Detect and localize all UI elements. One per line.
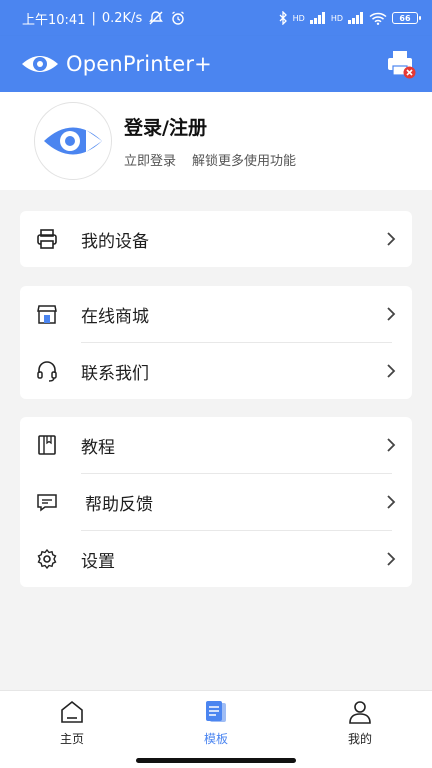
nav-tab-home[interactable]: 主页 bbox=[32, 699, 112, 747]
home-indicator bbox=[136, 758, 296, 763]
login-register-title[interactable]: 登录/注册 bbox=[124, 113, 296, 140]
gear-icon bbox=[37, 548, 57, 570]
profile-login-section[interactable]: 登录/注册 立即登录 解锁更多使用功能 bbox=[0, 92, 432, 190]
message-icon bbox=[37, 494, 57, 512]
status-net-speed: 0.2K/s bbox=[101, 10, 143, 26]
status-left: 上午10:41 | 0.2K/s bbox=[22, 9, 186, 28]
chevron-right-icon bbox=[387, 495, 396, 509]
menu-label-help-feedback: 帮助反馈 bbox=[85, 494, 153, 515]
status-separator: | bbox=[91, 10, 96, 26]
app-bar: OpenPrinter+ bbox=[0, 36, 432, 92]
nav-tab-mine[interactable]: 我的 bbox=[320, 699, 400, 747]
templates-icon bbox=[206, 701, 226, 722]
chevron-right-icon bbox=[387, 552, 396, 566]
status-right: HD HD 66 bbox=[278, 11, 421, 25]
chevron-right-icon bbox=[387, 307, 396, 321]
menu-card-devices: 我的设备 bbox=[20, 211, 412, 267]
user-icon bbox=[349, 701, 371, 724]
menu-label-online-store: 在线商城 bbox=[81, 306, 149, 327]
chevron-right-icon bbox=[387, 364, 396, 378]
chevron-right-icon bbox=[387, 232, 396, 246]
menu-label-tutorial: 教程 bbox=[81, 437, 115, 458]
app-title: OpenPrinter+ bbox=[66, 52, 212, 76]
menu-card-help: 教程 帮助反馈 设置 bbox=[20, 417, 412, 587]
signal-hd-label-2: HD bbox=[330, 13, 343, 23]
cell-signal-icon-2 bbox=[348, 12, 363, 24]
avatar-logo-icon bbox=[44, 127, 102, 155]
store-icon bbox=[37, 305, 57, 324]
menu-item-contact-us[interactable]: 联系我们 bbox=[20, 343, 412, 399]
menu-item-online-store[interactable]: 在线商城 bbox=[20, 286, 412, 342]
menu-item-tutorial[interactable]: 教程 bbox=[20, 417, 412, 473]
status-bar: 上午10:41 | 0.2K/s HD HD 66 bbox=[0, 0, 432, 36]
signal-hd-label-1: HD bbox=[292, 13, 305, 23]
login-now-text: 立即登录 bbox=[124, 154, 177, 169]
book-icon bbox=[38, 435, 56, 455]
wifi-icon bbox=[369, 12, 387, 25]
headset-icon bbox=[37, 361, 57, 382]
nav-label-mine: 我的 bbox=[347, 732, 372, 746]
nav-tab-templates[interactable]: 模板 bbox=[176, 699, 256, 747]
nav-label-home: 主页 bbox=[59, 732, 84, 746]
menu-label-my-devices: 我的设备 bbox=[81, 231, 149, 252]
unlock-features-text: 解锁更多使用功能 bbox=[192, 154, 297, 169]
printer-disconnected-icon bbox=[388, 51, 416, 79]
printer-icon bbox=[37, 229, 57, 249]
battery-indicator: 66 bbox=[392, 12, 421, 24]
menu-item-my-devices[interactable]: 我的设备 bbox=[20, 211, 412, 267]
menu-label-contact-us: 联系我们 bbox=[81, 363, 149, 384]
battery-level: 66 bbox=[399, 13, 411, 23]
bottom-nav: 主页 模板 我的 bbox=[0, 690, 432, 768]
profile-text: 登录/注册 立即登录 解锁更多使用功能 bbox=[124, 113, 296, 169]
bluetooth-icon bbox=[279, 11, 287, 25]
menu-card-store: 在线商城 联系我们 bbox=[20, 286, 412, 399]
menu-item-help-feedback[interactable]: 帮助反馈 bbox=[20, 474, 412, 530]
chevron-right-icon bbox=[387, 438, 396, 452]
notification-mute-icon bbox=[149, 11, 164, 25]
printer-status-button[interactable] bbox=[386, 49, 416, 79]
profile-subtitle: 立即登录 解锁更多使用功能 bbox=[124, 150, 296, 169]
alarm-icon bbox=[172, 11, 185, 25]
menu-label-settings: 设置 bbox=[81, 551, 115, 572]
brand-logo-icon bbox=[22, 56, 58, 72]
status-time: 上午10:41 bbox=[22, 12, 86, 28]
menu-item-settings[interactable]: 设置 bbox=[20, 531, 412, 587]
cell-signal-icon bbox=[309, 12, 325, 24]
home-icon bbox=[61, 700, 83, 723]
nav-label-templates: 模板 bbox=[203, 732, 228, 746]
avatar[interactable] bbox=[34, 102, 112, 180]
